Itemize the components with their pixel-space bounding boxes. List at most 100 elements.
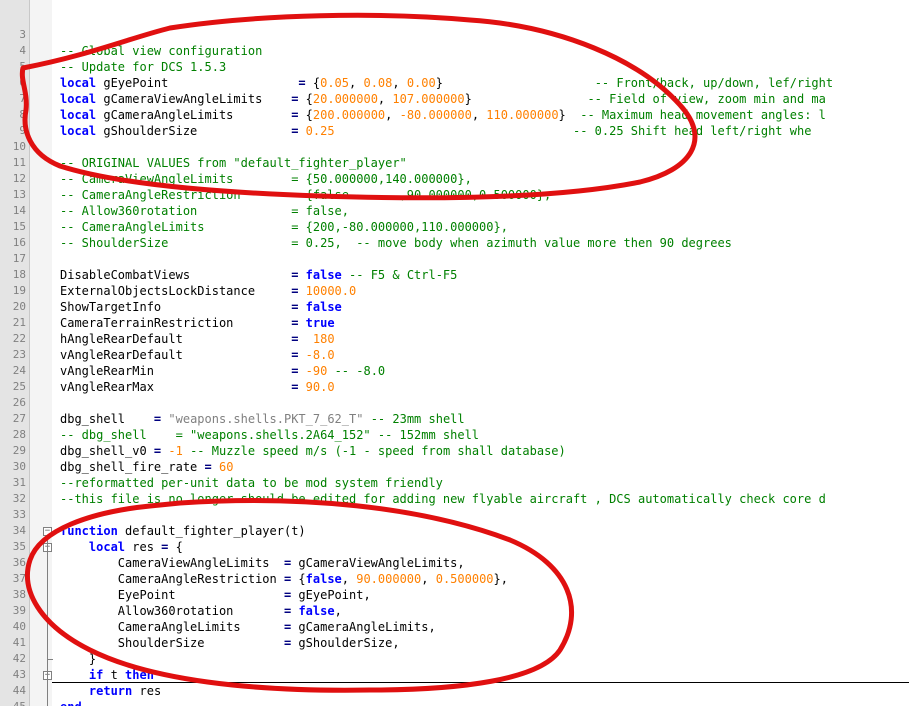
code-line[interactable]: --reformatted per-unit data to be mod sy…: [60, 475, 443, 491]
code-line[interactable]: vAngleRearMax = 90.0: [60, 379, 335, 395]
line-number: 41: [12, 636, 26, 649]
code-token: function: [60, 524, 118, 538]
code-token: gShoulderSize,: [291, 636, 400, 650]
code-line[interactable]: DisableCombatViews = false -- F5 & Ctrl-…: [60, 267, 457, 283]
code-token: dbg_shell_fire_rate: [60, 460, 205, 474]
line-number: 40: [12, 620, 26, 633]
code-token: ,: [377, 92, 393, 106]
code-line[interactable]: dbg_shell_fire_rate = 60: [60, 459, 233, 475]
code-token: -1: [168, 444, 183, 458]
code-line[interactable]: --this file is no longer should be edite…: [60, 491, 826, 507]
code-token: -- -8.0: [334, 364, 386, 378]
code-line[interactable]: -- ORIGINAL VALUES from "default_fighter…: [60, 155, 407, 171]
code-token: -- Allow360rotation = false,: [60, 204, 349, 218]
line-number: 13: [12, 188, 26, 201]
code-line[interactable]: dbg_shell = "weapons.shells.PKT_7_62_T" …: [60, 411, 465, 427]
code-line[interactable]: local gEyePoint = {0.05, 0.08, 0.00} -- …: [60, 75, 833, 91]
line-number: 38: [12, 588, 26, 601]
code-line[interactable]: dbg_shell_v0 = -1 -- Muzzle speed m/s (-…: [60, 443, 566, 459]
line-number: 31: [12, 476, 26, 489]
code-token: 10000.0: [305, 284, 357, 298]
line-number-gutter: 3 4 5 6 7 8 9 10 11 12 13 14 15 16 17 18 19 20 21 22 23 24 25 2…: [0, 0, 30, 706]
code-token: local: [60, 92, 97, 106]
line-number: 4: [19, 44, 26, 57]
code-token: return: [88, 684, 133, 698]
code-token: -- CameraViewAngleLimits = {50.000000,14…: [60, 172, 472, 186]
code-token: -8.0: [305, 348, 335, 362]
code-line[interactable]: -- dbg_shell = "weapons.shells.2A64_152"…: [60, 427, 479, 443]
code-line[interactable]: local res = {: [60, 539, 183, 555]
code-token: }: [60, 652, 97, 666]
code-line[interactable]: }: [60, 651, 96, 667]
code-token: ,: [392, 76, 407, 90]
line-number: 19: [12, 284, 26, 297]
code-line[interactable]: ShowTargetInfo = false: [60, 299, 342, 315]
code-token: -- Field of view, zoom min and ma: [587, 92, 826, 106]
code-line[interactable]: local gShoulderSize = 0.25 -- 0.25 Shift…: [60, 123, 811, 139]
code-line[interactable]: ExternalObjectsLockDistance = 10000.0: [60, 283, 356, 299]
code-token: 90.0: [305, 380, 335, 394]
fold-guide: [47, 536, 48, 706]
code-line[interactable]: end: [60, 699, 82, 706]
code-line[interactable]: CameraTerrainRestriction = true: [60, 315, 335, 331]
code-token: -- dbg_shell = "weapons.shells.2A64_152"…: [60, 428, 480, 442]
line-number: 7: [19, 92, 26, 105]
code-token: vAngleRearMin: [60, 364, 292, 378]
code-line[interactable]: -- Global view configuration: [60, 43, 262, 59]
code-line[interactable]: -- CameraViewAngleLimits = {50.000000,14…: [60, 171, 472, 187]
code-line[interactable]: vAngleRearDefault = -8.0: [60, 347, 335, 363]
line-number: 18: [12, 268, 26, 281]
code-line[interactable]: hAngleRearDefault = 180: [60, 331, 335, 347]
code-token: 0.00: [406, 76, 436, 90]
code-line[interactable]: vAngleRearMin = -90 -- -8.0: [60, 363, 385, 379]
code-line[interactable]: if t then: [60, 667, 154, 683]
code-line[interactable]: CameraViewAngleLimits = gCameraViewAngle…: [60, 555, 465, 571]
code-token: 180: [312, 332, 335, 346]
line-number: 44: [12, 684, 26, 697]
code-token: --reformatted per-unit data to be mod sy…: [60, 476, 443, 490]
line-number: 29: [12, 444, 26, 457]
code-token: 90.000000: [356, 572, 422, 586]
code-line[interactable]: -- Allow360rotation = false,: [60, 203, 349, 219]
code-line[interactable]: -- CameraAngleRestriction = {false ,90.0…: [60, 187, 551, 203]
code-line[interactable]: EyePoint = gEyePoint,: [60, 587, 371, 603]
code-line[interactable]: -- Update for DCS 1.5.3: [60, 59, 226, 75]
code-token: 20.000000: [312, 92, 378, 106]
line-number: 8: [19, 108, 26, 121]
fold-end-marker: [47, 659, 53, 660]
code-token: 0.25: [305, 124, 335, 138]
code-token: 0.500000: [435, 572, 494, 586]
code-token: -- CameraAngleLimits = {200,-80.000000,1…: [60, 220, 508, 234]
code-line[interactable]: local gCameraViewAngleLimits = {20.00000…: [60, 91, 826, 107]
line-number: 27: [12, 412, 26, 425]
code-token: =: [298, 76, 306, 90]
code-token: CameraTerrainRestriction: [60, 316, 292, 330]
code-token: -90: [305, 364, 328, 378]
code-line[interactable]: CameraAngleLimits = gCameraAngleLimits,: [60, 619, 436, 635]
code-token: --this file is no longer should be edite…: [60, 492, 826, 506]
code-token: -- 23mm shell: [370, 412, 465, 426]
line-number: 33: [12, 508, 26, 521]
code-line[interactable]: return res: [60, 683, 161, 699]
code-token: }: [558, 108, 581, 122]
code-line[interactable]: local gCameraAngleLimits = {200.000000, …: [60, 107, 826, 123]
code-line[interactable]: CameraAngleRestriction = {false, 90.0000…: [60, 571, 508, 587]
fold-collapse-icon[interactable]: −: [43, 527, 52, 536]
code-line[interactable]: -- ShoulderSize = 0.25, -- move body whe…: [60, 235, 732, 251]
code-line[interactable]: Allow360rotation = false,: [60, 603, 342, 619]
code-editor[interactable]: 3 4 5 6 7 8 9 10 11 12 13 14 15 16 17 18 19 20 21 22 23 24 25 2…: [0, 0, 909, 706]
code-line[interactable]: function default_fighter_player(t): [60, 523, 306, 539]
code-token: EyePoint: [60, 588, 284, 602]
code-line[interactable]: -- CameraAngleLimits = {200,-80.000000,1…: [60, 219, 508, 235]
line-number: 35: [12, 540, 26, 553]
caret-line-marker: [52, 682, 909, 683]
code-token: res: [125, 540, 162, 554]
code-line[interactable]: ShoulderSize = gShoulderSize,: [60, 635, 400, 651]
